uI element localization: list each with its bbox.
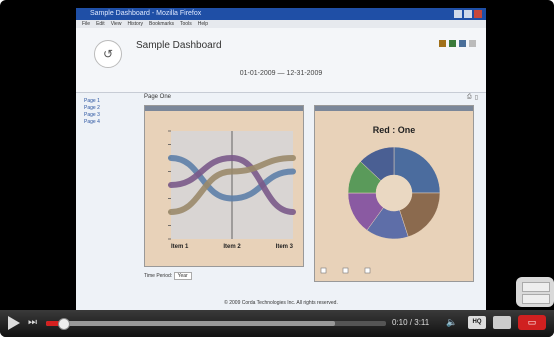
toolbar-icons xyxy=(439,40,476,47)
menu-history: History xyxy=(127,21,143,27)
corda-logo: ↺ xyxy=(94,40,122,68)
fullscreen-icon[interactable]: ▭ xyxy=(518,315,546,330)
popout-controls[interactable] xyxy=(516,277,554,307)
donut-hole xyxy=(376,175,412,211)
dashboard-header: ↺ Sample Dashboard 01-01-2009 — 12-31-20… xyxy=(76,28,486,93)
minimize-icon xyxy=(454,10,462,18)
time-period-label: Time Period: xyxy=(144,273,173,279)
close-icon xyxy=(474,10,482,18)
window-title: Sample Dashboard - Mozilla Firefox xyxy=(90,10,202,17)
x-tick-label: Item 2 xyxy=(223,244,241,250)
popout-icon[interactable] xyxy=(522,282,550,292)
pie-chart-panel: Red : One xyxy=(314,105,474,282)
sidebar-item-page1: Page 1 xyxy=(84,98,100,104)
legend-checkbox[interactable] xyxy=(342,267,349,274)
maximize-icon xyxy=(464,10,472,18)
seek-bar[interactable] xyxy=(46,318,386,330)
legend-checkbox[interactable] xyxy=(320,267,327,274)
hq-button[interactable]: HQ xyxy=(468,316,486,329)
user-icon xyxy=(449,40,456,47)
edit-icon xyxy=(439,40,446,47)
buffered-bar xyxy=(46,321,335,326)
line-chart: Item 1 Item 2 Item 3 xyxy=(168,130,296,250)
menu-tools: Tools xyxy=(180,21,192,27)
seek-thumb[interactable] xyxy=(58,318,70,330)
video-frame: Sample Dashboard - Mozilla Firefox File … xyxy=(76,8,486,310)
page-title: Sample Dashboard xyxy=(136,40,222,51)
help-icon xyxy=(469,40,476,47)
menu-bookmarks: Bookmarks xyxy=(149,21,175,27)
menu-bar: File Edit View History Bookmarks Tools H… xyxy=(76,20,486,28)
sidebar-item-page2: Page 2 xyxy=(84,105,100,111)
print-icon: ⎙ xyxy=(466,94,472,100)
export-icon: ▯ xyxy=(474,95,478,101)
volume-icon[interactable]: 🔈 xyxy=(446,317,457,328)
sidebar-item-page4: Page 4 xyxy=(84,119,100,125)
next-icon[interactable]: ⏭ xyxy=(28,316,40,330)
menu-edit: Edit xyxy=(96,21,105,27)
time-period-select[interactable]: Year xyxy=(173,272,192,280)
popout-icon[interactable] xyxy=(522,294,550,304)
chart-title: Red : One xyxy=(373,125,416,135)
menu-view: View xyxy=(110,21,122,27)
time-readout: 0:10 / 3:11 xyxy=(392,318,430,327)
legend-checkbox[interactable] xyxy=(364,267,371,274)
panel-icons: ⎙ ▯ xyxy=(467,94,478,101)
play-icon[interactable] xyxy=(8,316,20,330)
menu-help: Help xyxy=(197,21,208,27)
window-titlebar: Sample Dashboard - Mozilla Firefox xyxy=(76,8,486,20)
print-icon xyxy=(459,40,466,47)
sidebar-item-page3: Page 3 xyxy=(84,112,100,118)
footer-copyright: © 2009 Corda Technologies Inc. All right… xyxy=(224,300,338,306)
pie-chart: Red : One xyxy=(320,125,441,274)
video-player: Sample Dashboard - Mozilla Firefox File … xyxy=(0,0,554,337)
panel-title: Page One xyxy=(144,94,172,100)
date-range: 01-01-2009 — 12-31-2009 xyxy=(239,70,323,77)
time-period-control: Time Period: Year xyxy=(144,272,192,280)
resize-button[interactable] xyxy=(493,316,511,329)
menu-file: File xyxy=(82,21,91,27)
x-tick-label: Item 1 xyxy=(171,244,189,250)
line-chart-panel: Item 1 Item 2 Item 3 xyxy=(144,105,304,267)
player-controls: ⏭ 0:10 / 3:11 🔈 HQ ▭ xyxy=(0,310,554,337)
x-tick-label: Item 3 xyxy=(276,244,294,250)
sidebar: Page 1 Page 2 Page 3 Page 4 xyxy=(84,98,134,126)
